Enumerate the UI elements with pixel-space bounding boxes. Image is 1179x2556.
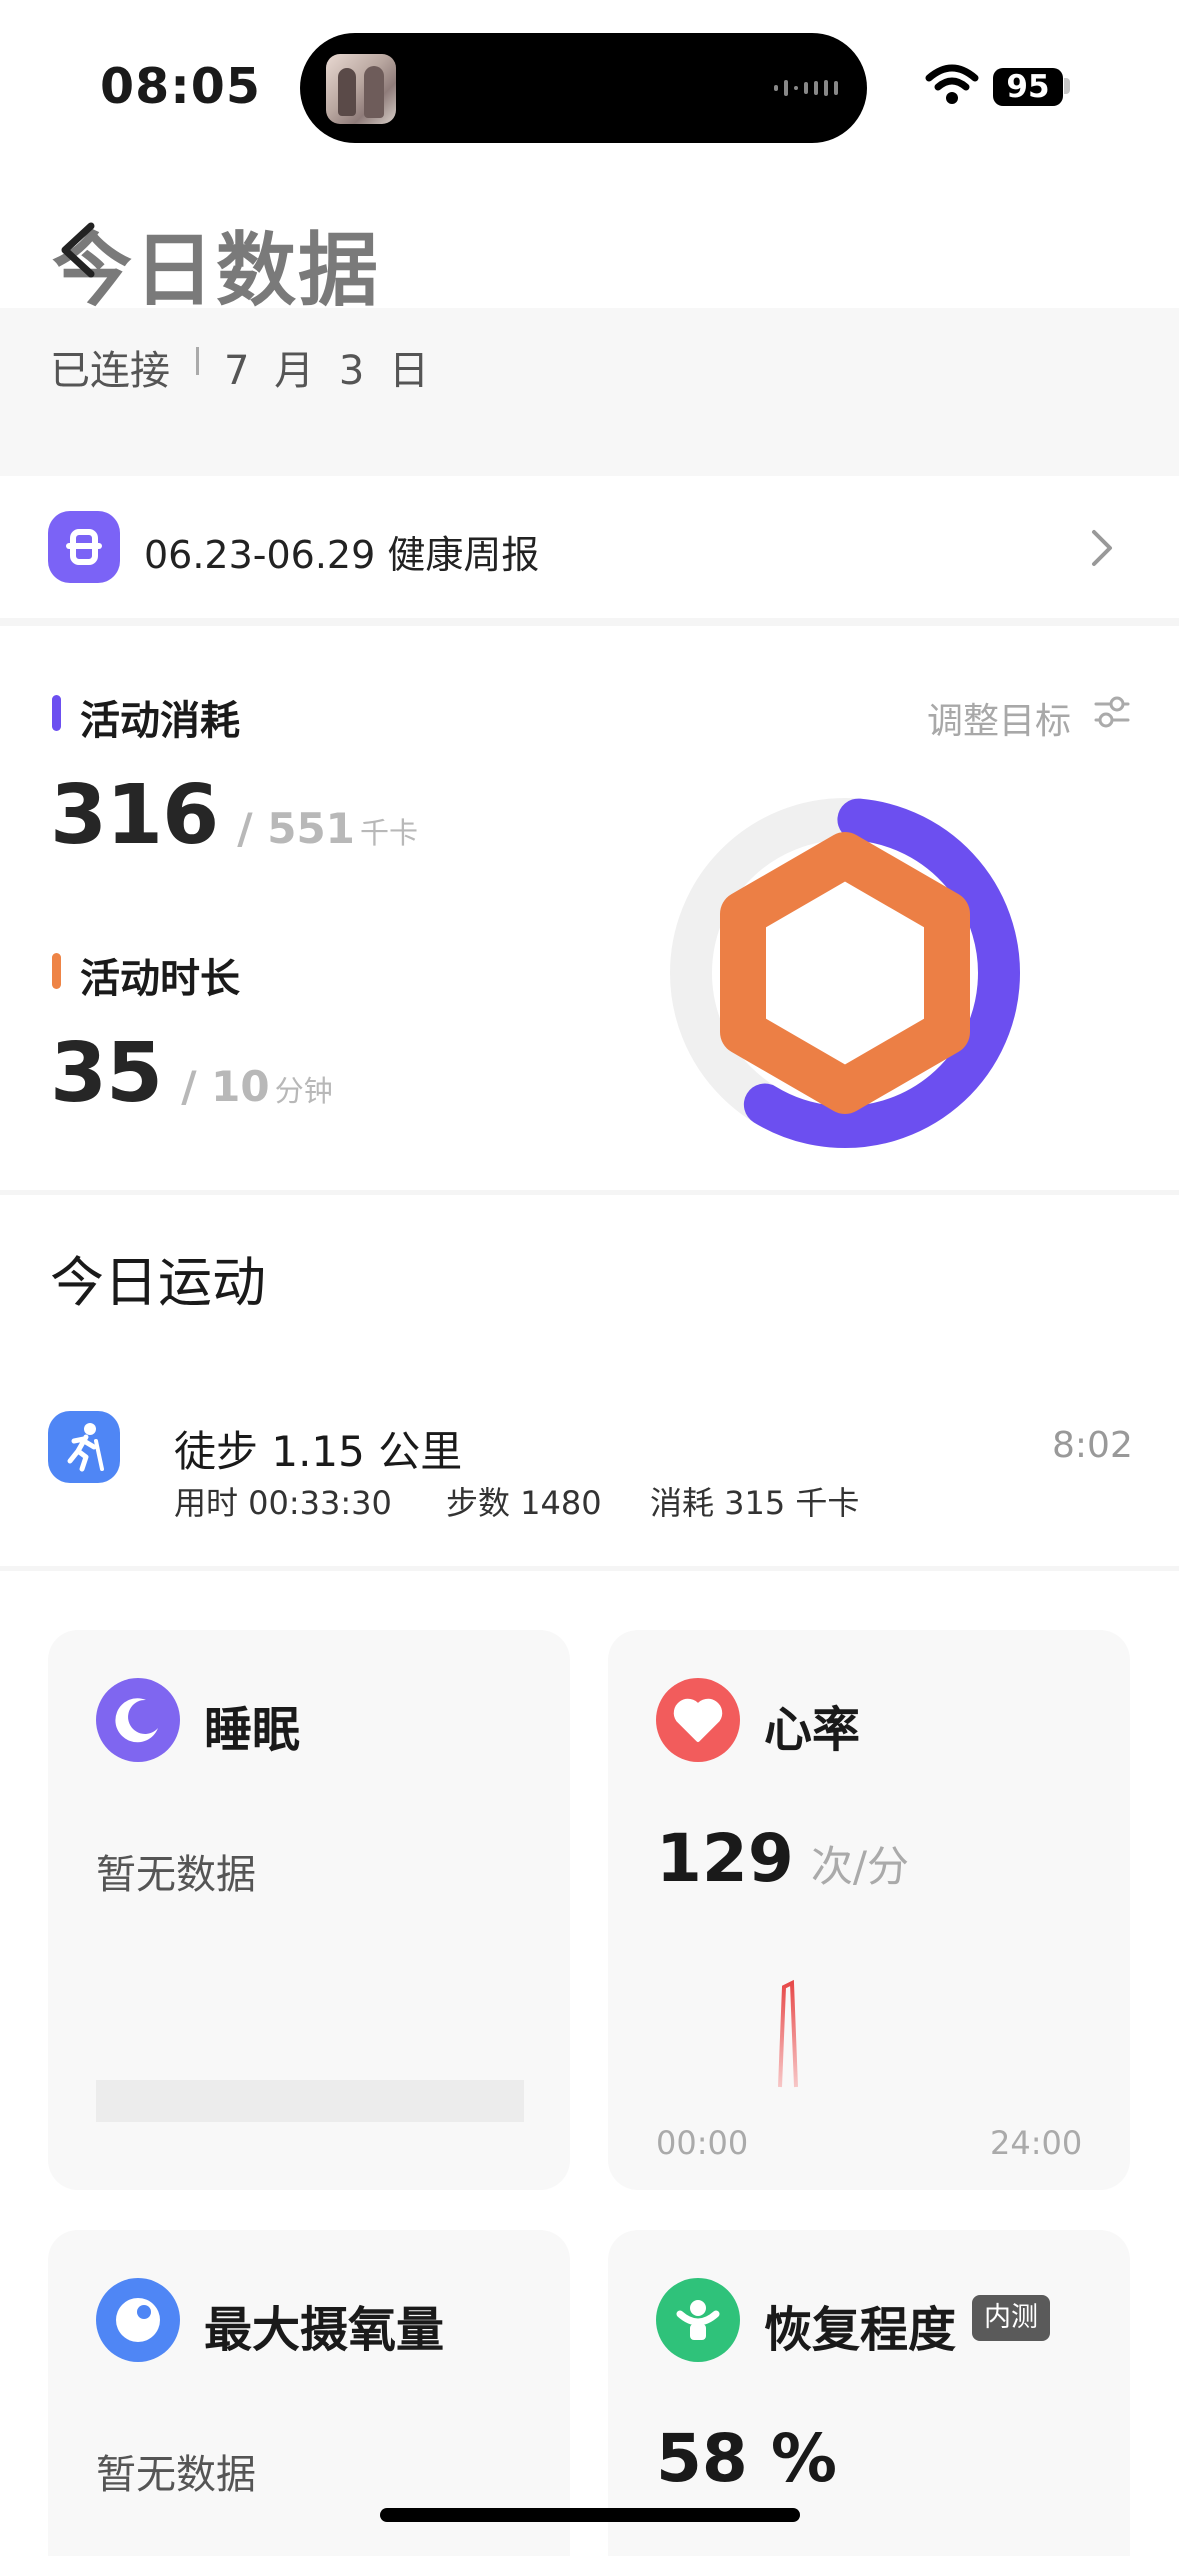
duration-unit: 分钟 bbox=[274, 1074, 333, 1108]
battery-indicator: 95 bbox=[993, 68, 1063, 106]
moon-icon bbox=[96, 1678, 180, 1762]
duration-ring-progress bbox=[720, 832, 970, 1114]
heart-rate-value: 129 bbox=[656, 1820, 794, 1897]
weekly-report-label[interactable]: 06.23-06.29 健康周报 bbox=[144, 524, 539, 579]
exercise-duration: 用时 00:33:30 bbox=[174, 1484, 392, 1522]
duration-label: 活动时长 bbox=[80, 956, 240, 1002]
page-title: 今日数据 bbox=[52, 224, 380, 317]
header-date: 7 月 3 日 bbox=[224, 348, 436, 394]
heart-icon bbox=[656, 1678, 740, 1762]
home-indicator[interactable] bbox=[380, 2508, 800, 2522]
calories-readout[interactable]: 316 / 551 千卡 bbox=[50, 768, 418, 863]
header-sub-band bbox=[0, 308, 1179, 476]
sliders-icon[interactable] bbox=[1092, 690, 1132, 734]
section-divider bbox=[0, 1566, 1179, 1571]
exercise-calories: 消耗 315 千卡 bbox=[650, 1484, 860, 1522]
duration-goal: / 10 bbox=[181, 1062, 270, 1111]
hiking-icon bbox=[48, 1411, 120, 1483]
status-time: 08:05 bbox=[100, 58, 261, 115]
exercise-start-time: 8:02 bbox=[1052, 1425, 1133, 1466]
report-icon-detail bbox=[66, 543, 102, 549]
duration-value: 35 bbox=[50, 1026, 163, 1121]
duration-readout[interactable]: 35 / 10 分钟 bbox=[50, 1026, 333, 1121]
adjust-goal-link[interactable]: 调整目标 bbox=[927, 692, 1071, 744]
calories-goal: / 551 bbox=[237, 804, 355, 853]
sleep-status: 暂无数据 bbox=[96, 1852, 256, 1898]
back-icon[interactable] bbox=[55, 220, 99, 280]
calories-label: 活动消耗 bbox=[80, 698, 240, 744]
calories-unit: 千卡 bbox=[360, 816, 419, 850]
connection-status: 已连接 bbox=[50, 348, 170, 394]
battery-cap bbox=[1064, 78, 1070, 94]
section-divider bbox=[0, 618, 1179, 626]
dynamic-island[interactable] bbox=[300, 33, 867, 143]
heart-rate-readout: 129 次/分 bbox=[656, 1820, 909, 1897]
recovery-title: 恢复程度 bbox=[764, 2302, 957, 2358]
vo2max-icon bbox=[96, 2278, 180, 2362]
vo2max-title: 最大摄氧量 bbox=[204, 2302, 445, 2358]
exercise-title: 徒步 1.15 公里 bbox=[174, 1427, 463, 1476]
header-separator bbox=[196, 347, 199, 375]
vo2max-status: 暂无数据 bbox=[96, 2452, 256, 2498]
audio-wave-icon bbox=[774, 80, 838, 96]
sleep-placeholder-bar bbox=[96, 2080, 524, 2122]
heart-rate-unit: 次/分 bbox=[810, 1842, 910, 1891]
sleep-title: 睡眠 bbox=[204, 1702, 301, 1758]
recovery-icon bbox=[656, 2278, 740, 2362]
chevron-right-icon[interactable] bbox=[1088, 528, 1116, 568]
wifi-icon bbox=[925, 64, 979, 104]
activity-ring-chart[interactable] bbox=[655, 783, 1035, 1163]
heart-rate-spark bbox=[778, 1979, 798, 2088]
exercise-steps: 步数 1480 bbox=[446, 1484, 602, 1522]
calories-marker bbox=[52, 695, 61, 731]
section-divider bbox=[0, 1190, 1179, 1195]
recovery-value: 58 % bbox=[656, 2420, 837, 2497]
heart-rate-title: 心率 bbox=[764, 1702, 861, 1758]
duration-marker bbox=[52, 953, 61, 989]
heart-rate-axis-end: 24:00 bbox=[990, 2124, 1083, 2162]
beta-badge: 内测 bbox=[972, 2295, 1050, 2341]
calories-value: 316 bbox=[50, 768, 219, 863]
exercise-section-title: 今日运动 bbox=[50, 1251, 266, 1314]
now-playing-thumbnail[interactable] bbox=[326, 54, 396, 124]
heart-rate-axis-start: 00:00 bbox=[656, 2124, 749, 2162]
